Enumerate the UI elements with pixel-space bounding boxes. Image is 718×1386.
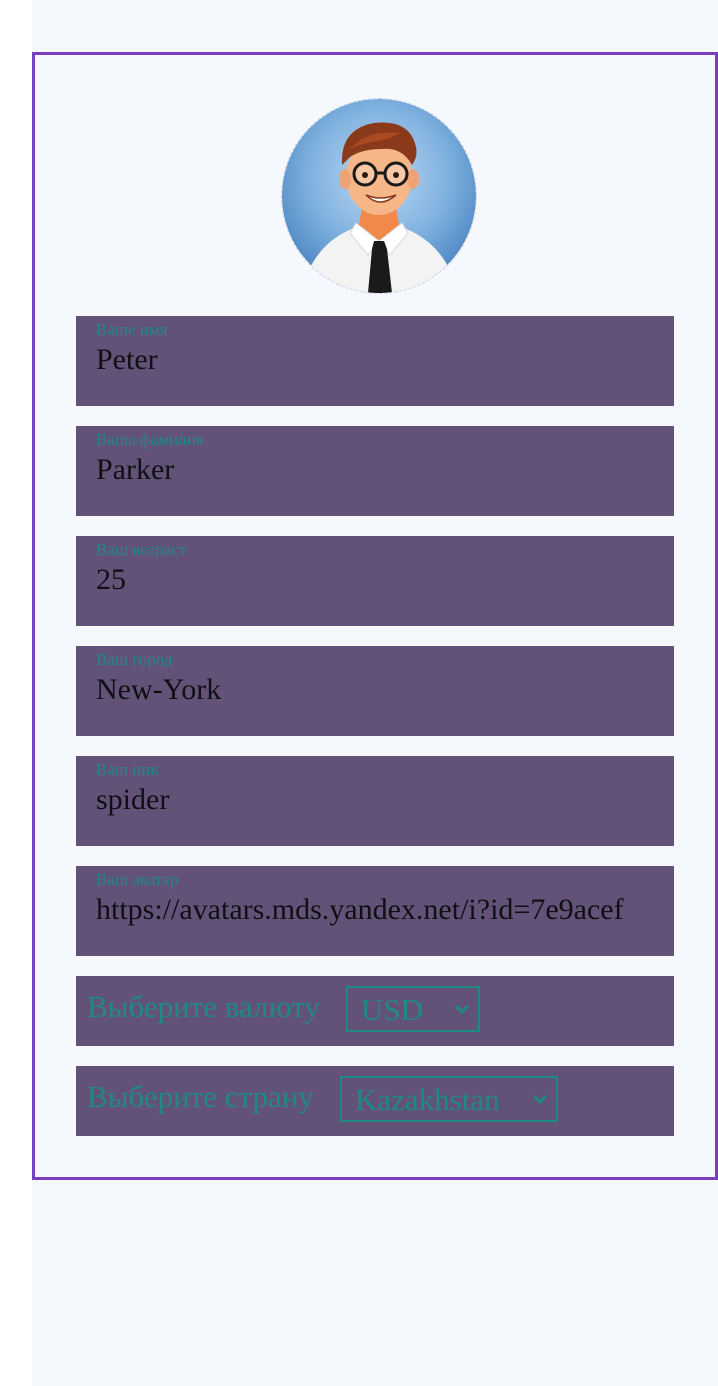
first-name-field[interactable]: Ваше имя Peter	[76, 316, 674, 406]
nickname-label: Ваш ник	[96, 760, 159, 779]
avatar-url-field[interactable]: Ваш аватар https://avatars.mds.yandex.ne…	[76, 866, 674, 956]
currency-label: Выберите валюту	[87, 989, 320, 1024]
age-field[interactable]: Ваш возраст 25	[76, 536, 674, 626]
city-field[interactable]: Ваш город New-York	[76, 646, 674, 736]
chevron-down-icon	[454, 1004, 470, 1015]
country-label: Выберите страну	[87, 1079, 314, 1114]
city-input[interactable]: New-York	[96, 672, 654, 708]
last-name-label: Ваша фамилия	[96, 430, 204, 449]
nickname-field[interactable]: Ваш ник spider	[76, 756, 674, 846]
country-row: Выберите страну Kazakhstan	[76, 1066, 674, 1136]
currency-select[interactable]: USD	[346, 986, 480, 1032]
avatar-icon	[282, 99, 476, 293]
profile-card: Ваше имя Peter Ваша фамилия Parker Ваш в…	[32, 52, 718, 1180]
currency-row: Выберите валюту USD	[76, 976, 674, 1046]
avatar[interactable]	[281, 98, 477, 294]
city-label: Ваш город	[96, 650, 173, 669]
first-name-input[interactable]: Peter	[96, 342, 654, 378]
first-name-label: Ваше имя	[96, 320, 168, 339]
currency-selected-value: USD	[361, 992, 424, 1027]
country-selected-value: Kazakhstan	[355, 1082, 500, 1117]
chevron-down-icon	[532, 1094, 548, 1105]
country-select[interactable]: Kazakhstan	[340, 1076, 558, 1122]
avatar-url-input[interactable]: https://avatars.mds.yandex.net/i?id=7e9a…	[96, 892, 654, 928]
last-name-input[interactable]: Parker	[96, 452, 654, 488]
avatar-url-label: Ваш аватар	[96, 870, 179, 889]
nickname-input[interactable]: spider	[96, 782, 654, 818]
age-label: Ваш возраст	[96, 540, 187, 559]
last-name-field[interactable]: Ваша фамилия Parker	[76, 426, 674, 516]
age-input[interactable]: 25	[96, 562, 654, 598]
